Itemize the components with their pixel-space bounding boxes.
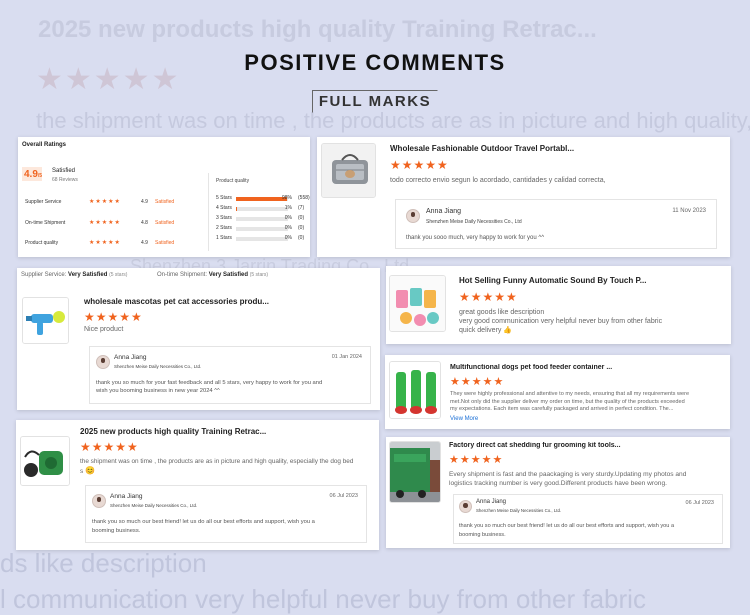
overall-status: Satisfied xyxy=(52,168,76,174)
feeder-bottle-image xyxy=(390,362,440,418)
product-thumbnail[interactable] xyxy=(389,441,441,503)
sound-toy-image xyxy=(390,276,445,331)
product-title-link[interactable]: 2025 new products high quality Training … xyxy=(80,427,360,436)
avatar xyxy=(406,209,420,223)
quality-row-count: (558) xyxy=(298,195,310,201)
quality-bar xyxy=(236,197,288,201)
pet-carrier-image xyxy=(322,144,375,197)
product-thumbnail[interactable] xyxy=(22,297,69,344)
reply-text: thank you so much for your fast feedback… xyxy=(96,380,323,394)
avatar xyxy=(96,355,110,369)
product-title-link[interactable]: Multifunctional dogs pet food feeder con… xyxy=(450,364,720,371)
quality-bar-fill xyxy=(236,207,237,211)
quality-row-count: (0) xyxy=(298,235,305,241)
product-title-link[interactable]: Wholesale Fashionable Outdoor Travel Por… xyxy=(390,144,690,153)
page-subtitle: FULL MARKS xyxy=(311,90,439,113)
background-title-text: 2025 new products high quality Training … xyxy=(38,16,597,43)
reply-text: thank you so much our best friend! let u… xyxy=(92,519,315,534)
quality-bar xyxy=(236,217,288,221)
reply-date: 11 Nov 2023 xyxy=(672,208,706,214)
quality-bar xyxy=(236,207,288,211)
review-stars: ★★★★★ xyxy=(449,454,504,466)
review-comment: great goods like description very good c… xyxy=(459,309,663,334)
reply-text: thank you so much our best friend! let u… xyxy=(459,523,675,538)
quality-row: 5 Stars98%(558) xyxy=(216,195,310,204)
supplier-service-rating: Supplier Service: Very Satisfied (5 star… xyxy=(21,272,128,278)
review-card-mascotas: Supplier Service: Very Satisfied (5 star… xyxy=(17,268,380,410)
overall-ratings-card: Overall Ratings 4.9/5 Satisfied 68 Revie… xyxy=(18,137,310,257)
quality-row-label: 2 Stars xyxy=(216,225,232,231)
product-quality-divider xyxy=(208,173,209,251)
product-thumbnail[interactable] xyxy=(321,143,376,198)
quality-row-count: (7) xyxy=(298,205,305,211)
review-card-training: 2025 new products high quality Training … xyxy=(16,420,379,550)
reply-author-name: Anna Jiang xyxy=(110,493,143,500)
quality-bar-fill xyxy=(236,197,287,201)
page-title: POSITIVE COMMENTS xyxy=(244,50,506,75)
overall-ratings-title: Overall Ratings xyxy=(22,142,67,148)
quality-row-count: (0) xyxy=(298,225,305,231)
seller-reply: Anna Jiang Shenzhen Meise Daily Necessit… xyxy=(395,199,717,249)
seller-reply: Anna Jiang Shenzhen Meise Daily Necessit… xyxy=(89,346,371,404)
product-quality-title: Product quality xyxy=(216,178,250,184)
quality-bar xyxy=(236,227,288,231)
review-card-feeder: Multifunctional dogs pet food feeder con… xyxy=(385,355,730,429)
avatar xyxy=(92,494,106,508)
quality-row-label: 3 Stars xyxy=(216,215,232,221)
product-title-link[interactable]: wholesale mascotas pet cat accessories p… xyxy=(84,297,364,306)
review-comment: Nice product xyxy=(84,326,124,333)
reply-company: Shenzhen Meise Daily Necessities Co., Lt… xyxy=(426,219,522,225)
reply-company: Shenzhen Meise Daily Necessities Co., Lt… xyxy=(110,503,198,508)
reply-company: Shenzhen Meise Daily Necessities Co., Lt… xyxy=(476,508,562,513)
quality-row-label: 5 Stars xyxy=(216,195,232,201)
background-comment-text-3: l communication very helpful never buy f… xyxy=(0,584,646,614)
reply-date: 06 Jul 2023 xyxy=(329,493,358,499)
quality-bar xyxy=(236,237,288,241)
quality-row-label: 4 Stars xyxy=(216,205,232,211)
avatar xyxy=(459,500,472,513)
reply-company: Shenzhen Meise Daily Necessities Co., Lt… xyxy=(114,364,202,369)
quality-row: 2 Stars 0% (0) xyxy=(216,225,305,231)
background-comment-text-2: ds like description xyxy=(0,548,207,578)
reply-text: thank you sooo much, very happy to work … xyxy=(406,235,545,241)
review-card-carrier: Wholesale Fashionable Outdoor Travel Por… xyxy=(317,137,730,257)
training-leash-image xyxy=(21,437,69,485)
on-time-shipment-rating: On-time Shipment: Very Satisfied (5 star… xyxy=(157,272,269,278)
reply-author-name: Anna Jiang xyxy=(114,354,147,361)
review-comment: Every shipment is fast and the paackagin… xyxy=(449,471,687,487)
reply-date: 06 Jul 2023 xyxy=(685,500,714,506)
seller-reply: Anna Jiang Shenzhen Meise Daily Necessit… xyxy=(453,494,723,544)
product-thumbnail[interactable] xyxy=(389,275,446,332)
product-title-link[interactable]: Factory direct cat shedding fur grooming… xyxy=(449,442,719,449)
quality-row: 3 Stars 0% (0) xyxy=(216,215,305,221)
quality-row-count: (0) xyxy=(298,215,305,221)
review-comment: They were highly professional and attent… xyxy=(450,391,690,412)
seller-reply: Anna Jiang Shenzhen Meise Daily Necessit… xyxy=(85,485,367,543)
review-stars: ★★★★★ xyxy=(80,440,139,454)
overall-reviews-count: 68 Reviews xyxy=(52,177,78,183)
review-comment: the shipment was on time , the products … xyxy=(80,458,354,475)
reply-author-name: Anna Jiang xyxy=(426,208,462,215)
review-card-funny-toy: Hot Selling Funny Automatic Sound By Tou… xyxy=(386,266,731,344)
review-stars: ★★★★★ xyxy=(390,158,449,172)
review-stars: ★★★★★ xyxy=(450,376,505,388)
reply-date: 01 Jan 2024 xyxy=(331,354,362,360)
reply-author-name: Anna Jiang xyxy=(476,499,507,505)
product-title-link[interactable]: Hot Selling Funny Automatic Sound By Tou… xyxy=(459,276,719,285)
shipping-truck-image xyxy=(390,442,440,502)
review-card-grooming: Factory direct cat shedding fur grooming… xyxy=(386,437,730,548)
review-comment: todo correcto envio segun lo acordado, c… xyxy=(390,177,606,184)
view-more-link[interactable]: View More xyxy=(450,416,478,422)
quality-row: 1 Stars 0% (0) xyxy=(216,235,305,241)
quality-row: 4 Stars 1% (7) xyxy=(216,205,305,211)
toy-gun-image xyxy=(23,298,68,343)
product-thumbnail[interactable] xyxy=(20,436,70,486)
overall-score: 4.9/5 xyxy=(24,169,43,180)
product-thumbnail[interactable] xyxy=(389,361,441,419)
review-stars: ★★★★★ xyxy=(459,290,518,304)
review-stars: ★★★★★ xyxy=(84,310,143,324)
quality-row-label: 1 Stars xyxy=(216,235,232,241)
